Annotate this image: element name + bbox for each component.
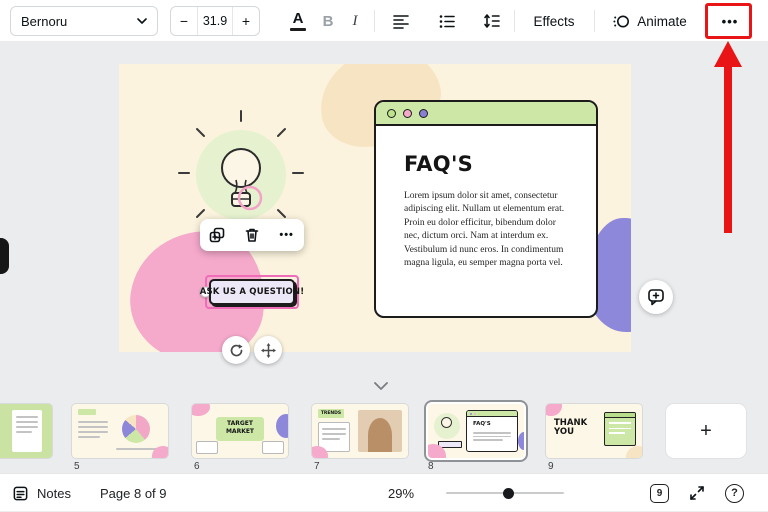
ask-question-badge[interactable]: ASK US A QUESTION! <box>209 279 295 305</box>
window-dot-pink-icon <box>403 109 412 118</box>
move-icon <box>261 343 276 358</box>
font-size-control: − 31.9 + <box>170 6 260 36</box>
spacing-button[interactable] <box>477 5 507 37</box>
slide-page-8[interactable]: FAQ'S Lorem ipsum dolor sit amet, consec… <box>119 64 631 352</box>
toolbar-separator <box>514 10 515 32</box>
sidebar-collapse-tab[interactable] <box>0 238 9 274</box>
rotate-handle[interactable] <box>222 336 250 364</box>
duplicate-icon <box>209 227 225 243</box>
grid-view-button[interactable]: 9 <box>650 474 669 512</box>
text-color-button[interactable]: A <box>283 5 313 37</box>
notes-label: Notes <box>37 486 71 501</box>
line-spacing-icon <box>483 12 501 30</box>
thumbnail-number: 8 <box>428 461 434 472</box>
faq-card-header <box>376 102 596 126</box>
help-button[interactable]: ? <box>725 474 744 512</box>
move-handle[interactable] <box>254 336 282 364</box>
toolbar-separator <box>594 10 595 32</box>
thumbnail-number: 5 <box>74 461 80 472</box>
thumbnail-number: 6 <box>194 461 200 472</box>
list-button[interactable] <box>432 5 462 37</box>
animate-icon <box>613 13 630 30</box>
help-label: ? <box>725 484 744 503</box>
notes-icon <box>12 485 29 502</box>
comment-plus-icon <box>647 288 665 306</box>
thumbnail-number: 7 <box>314 461 320 472</box>
thumbnail-page-6[interactable]: TARGET MARKET 6 <box>192 404 288 458</box>
element-context-toolbar: ••• <box>200 219 304 251</box>
zoom-value[interactable]: 29% <box>388 474 414 512</box>
thumbnail-page-5[interactable]: 5 <box>72 404 168 458</box>
bullet-list-icon <box>438 12 456 30</box>
thumbnail-label: FAQ'S <box>467 417 517 431</box>
page-count-badge: 9 <box>650 484 669 503</box>
font-size-value[interactable]: 31.9 <box>197 7 233 35</box>
faq-title[interactable]: FAQ'S <box>404 152 568 176</box>
page-filmstrip: 5 TARGET MARKET 6 TRENDS 7 <box>0 398 768 473</box>
comment-button[interactable] <box>639 280 673 314</box>
thumbnail-label: THANK YOU <box>554 419 598 438</box>
effects-button[interactable]: Effects <box>522 5 586 37</box>
font-selector[interactable]: Bernoru <box>10 6 158 36</box>
notes-button[interactable]: Notes <box>12 474 71 512</box>
top-toolbar: Bernoru − 31.9 + A B I Effects <box>0 0 768 42</box>
zoom-slider[interactable] <box>446 474 564 512</box>
text-color-letter: A <box>293 11 304 26</box>
faq-card[interactable]: FAQ'S Lorem ipsum dolor sit amet, consec… <box>374 100 598 318</box>
filmstrip-collapse-button[interactable] <box>366 379 396 393</box>
rotate-icon <box>229 343 244 358</box>
bold-button[interactable]: B <box>315 5 341 37</box>
toolbar-separator <box>374 10 375 32</box>
alignment-button[interactable] <box>386 5 416 37</box>
selected-element-bounding-box[interactable]: ASK US A QUESTION! <box>205 275 299 309</box>
window-dot-green-icon <box>387 109 396 118</box>
fullscreen-icon <box>688 484 706 502</box>
font-size-decrease-button[interactable]: − <box>171 7 197 35</box>
thumbnail-label: TARGET MARKET <box>216 420 264 435</box>
font-size-increase-button[interactable]: + <box>233 7 259 35</box>
zoom-slider-knob[interactable] <box>503 488 514 499</box>
text-color-bar <box>290 28 306 31</box>
duplicate-button[interactable] <box>202 222 232 248</box>
fullscreen-button[interactable] <box>688 474 706 512</box>
thumbnail-page-7[interactable]: TRENDS 7 <box>312 404 408 458</box>
text-align-icon <box>392 12 410 30</box>
chevron-down-icon <box>374 382 388 390</box>
animate-label: Animate <box>637 14 687 29</box>
thumbnail-page-9[interactable]: THANK YOU 9 <box>546 404 642 458</box>
window-dot-purple-icon <box>419 109 428 118</box>
more-options-button[interactable]: ••• <box>710 5 750 37</box>
thumbnail-page-8-selected[interactable]: FAQ'S 8 <box>424 400 528 462</box>
delete-button[interactable] <box>237 222 267 248</box>
font-name-value: Bernoru <box>21 14 67 29</box>
element-more-options-button[interactable]: ••• <box>272 222 302 248</box>
chevron-down-icon <box>137 18 147 24</box>
italic-button[interactable]: I <box>343 5 367 37</box>
thumbnail-partial[interactable] <box>0 404 52 458</box>
add-page-button[interactable]: + <box>666 404 746 458</box>
status-bar: Notes Page 8 of 9 29% 9 ? <box>0 473 768 511</box>
thumbnail-number: 9 <box>548 461 554 472</box>
page-indicator: Page 8 of 9 <box>100 474 167 512</box>
animate-button[interactable]: Animate <box>602 5 698 37</box>
faq-body-text[interactable]: Lorem ipsum dolor sit amet, consectetur … <box>404 190 570 271</box>
trash-icon <box>244 227 260 243</box>
thumbnail-label: TRENDS <box>318 409 344 418</box>
